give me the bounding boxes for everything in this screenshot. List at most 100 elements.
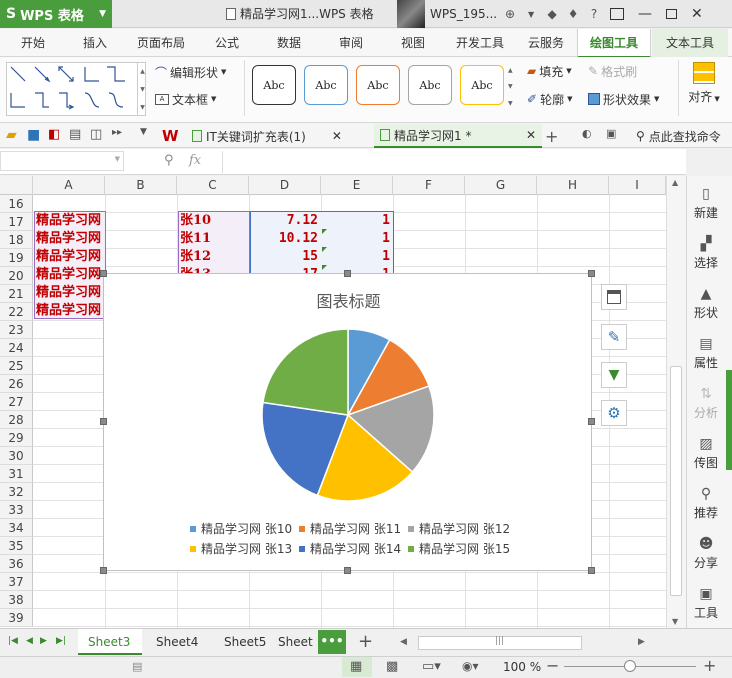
row-header[interactable]: 26 [0,375,33,393]
align-button[interactable]: 对齐 ▼ [684,62,724,105]
col-header-b[interactable]: B [105,176,177,195]
edit-shape-button[interactable]: ⌒ 编辑形状 ▼ [155,62,226,82]
cell-a20[interactable]: 精品学习网 [36,266,106,284]
row-header[interactable]: 17 [0,213,33,231]
sidebar-item-properties[interactable]: ▤ 属性 [686,336,726,371]
sidebar-item-new[interactable]: ▯ 新建 [686,186,726,221]
tab-developer[interactable]: 开发工具 [450,29,510,57]
row-header[interactable]: 33 [0,501,33,519]
chart-settings-button[interactable]: ⚙ [601,400,627,426]
legend-entry[interactable]: 精品学习网 张12 [408,520,510,537]
zoom-in-button[interactable]: + [703,656,716,675]
row-header[interactable]: 35 [0,537,33,555]
row-header[interactable]: 24 [0,339,33,357]
shape-gallery-scroll[interactable]: ▲ ▼ ▼ [137,62,147,116]
print-preview-icon[interactable]: ◫ [90,127,106,143]
prev-sheet-icon[interactable]: ◀ [26,636,33,646]
tab-nav-icon[interactable]: ◐ [582,127,598,143]
zoom-formula-icon[interactable]: ⚲ [164,153,174,168]
legend-entry[interactable]: 精品学习网 张13 [190,540,292,557]
cell-c17[interactable]: 张10 [180,212,248,230]
print-icon[interactable]: ▤ [69,127,85,143]
help-icon[interactable]: ? [586,6,602,22]
cell-a22[interactable]: 精品学习网 [36,302,106,320]
tab-page-layout[interactable]: 页面布局 [132,29,190,57]
chart-styles-button[interactable]: ✎ [601,324,627,350]
first-sheet-icon[interactable]: |◀ [8,636,18,646]
sidebar-item-share[interactable]: ☻ 分享 [686,536,726,571]
cell-c18[interactable]: 张11 [180,230,248,248]
tab-data[interactable]: 数据 [264,29,314,57]
sidebar-item-recommend[interactable]: ⚲ 推荐 [686,486,726,521]
resize-handle-nw[interactable] [100,270,107,277]
shield-icon[interactable]: ◆ [544,6,560,22]
resize-handle-sw[interactable] [100,567,107,574]
style-gallery-scroll[interactable]: ▲ ▼ ▼ [508,62,518,112]
more-icon[interactable]: ▸▸ [112,127,128,143]
legend-entry[interactable]: 精品学习网 张15 [408,540,510,557]
chevron-down-icon[interactable]: ▼ [115,155,120,163]
horizontal-scroll-thumb[interactable]: ||| [418,636,582,650]
col-header-d[interactable]: D [249,176,321,195]
minimize-button[interactable]: — [638,6,652,22]
shirt-icon[interactable]: ♦ [565,6,581,22]
doc-tab-2[interactable]: 精品学习网1 * ✕ [374,124,542,148]
col-header-i[interactable]: I [609,176,666,195]
tab-list-icon[interactable]: ▣ [606,127,622,143]
sheet-tab-sheet-partial[interactable]: Sheet [268,629,318,655]
tab-formulas[interactable]: 公式 [202,29,252,57]
outline-button[interactable]: ✐ 轮廓 ▼ [527,89,572,109]
row-header[interactable]: 30 [0,447,33,465]
new-tab-icon[interactable]: + [545,127,561,146]
row-header[interactable]: 28 [0,411,33,429]
col-header-h[interactable]: H [537,176,609,195]
zoom-slider-thumb[interactable] [624,660,636,672]
resize-handle-s[interactable] [344,567,351,574]
pie-plot-area[interactable] [259,326,437,504]
row-header[interactable]: 22 [0,303,33,321]
last-sheet-icon[interactable]: ▶| [56,636,66,646]
tab-home[interactable]: 开始 [10,29,56,57]
close-button[interactable]: ✕ [691,6,703,22]
shape-style-3[interactable]: Abc [356,65,400,105]
legend-entry[interactable]: 精品学习网 张11 [299,520,401,537]
tab-view[interactable]: 视图 [388,29,438,57]
next-sheet-icon[interactable]: ▶ [40,636,47,646]
row-header[interactable]: 23 [0,321,33,339]
fx-icon[interactable]: fx [189,153,201,168]
cell-a17[interactable]: 精品学习网 [36,212,106,230]
col-header-f[interactable]: F [393,176,465,195]
sheet-tab-sheet5[interactable]: Sheet5 [214,629,276,655]
chevron-down-icon[interactable]: ▼ [140,127,156,143]
zoom-out-button[interactable]: − [546,656,559,675]
shape-style-1[interactable]: Abc [252,65,296,105]
col-header-g[interactable]: G [465,176,537,195]
scroll-right-icon[interactable]: ▶ [638,637,645,647]
shape-style-2[interactable]: Abc [304,65,348,105]
pie-chart[interactable]: 图表标题 精品学习网 张10 精品学习网 张11 精品学习网 张12 精品学习网 张1… [103,273,592,571]
name-box[interactable]: ▼ [0,151,124,171]
chart-filter-button[interactable]: ▼ [601,362,627,388]
save-icon[interactable]: ■ [27,127,43,143]
sidebar-item-tools[interactable]: ▣ 工具 [686,586,726,621]
page-break-view-icon[interactable]: ▩ [386,659,398,674]
maximize-button[interactable] [666,9,677,19]
row-header[interactable]: 38 [0,591,33,609]
tab-review[interactable]: 审阅 [326,29,376,57]
resize-handle-se[interactable] [588,567,595,574]
username[interactable]: WPS_195... [430,7,497,21]
cell-a21[interactable]: 精品学习网 [36,284,106,302]
tab-cloud[interactable]: 云服务 [520,29,572,57]
tab-insert[interactable]: 插入 [68,29,122,57]
shape-gallery[interactable] [6,62,146,116]
sidebar-item-upload-image[interactable]: ▨ 传图 [686,436,726,471]
select-all-corner[interactable] [0,176,33,195]
row-header[interactable]: 21 [0,285,33,303]
macro-icon[interactable]: ▤ [132,660,142,673]
normal-view-button[interactable]: ▦ [342,657,372,677]
formula-input[interactable] [222,151,684,173]
cell-e19[interactable]: 1 [322,248,394,266]
doc-tab-1[interactable]: IT关键词扩充表(1) ✕ [186,124,348,148]
cell-a19[interactable]: 精品学习网 [36,248,106,266]
scroll-thumb[interactable] [670,366,682,596]
